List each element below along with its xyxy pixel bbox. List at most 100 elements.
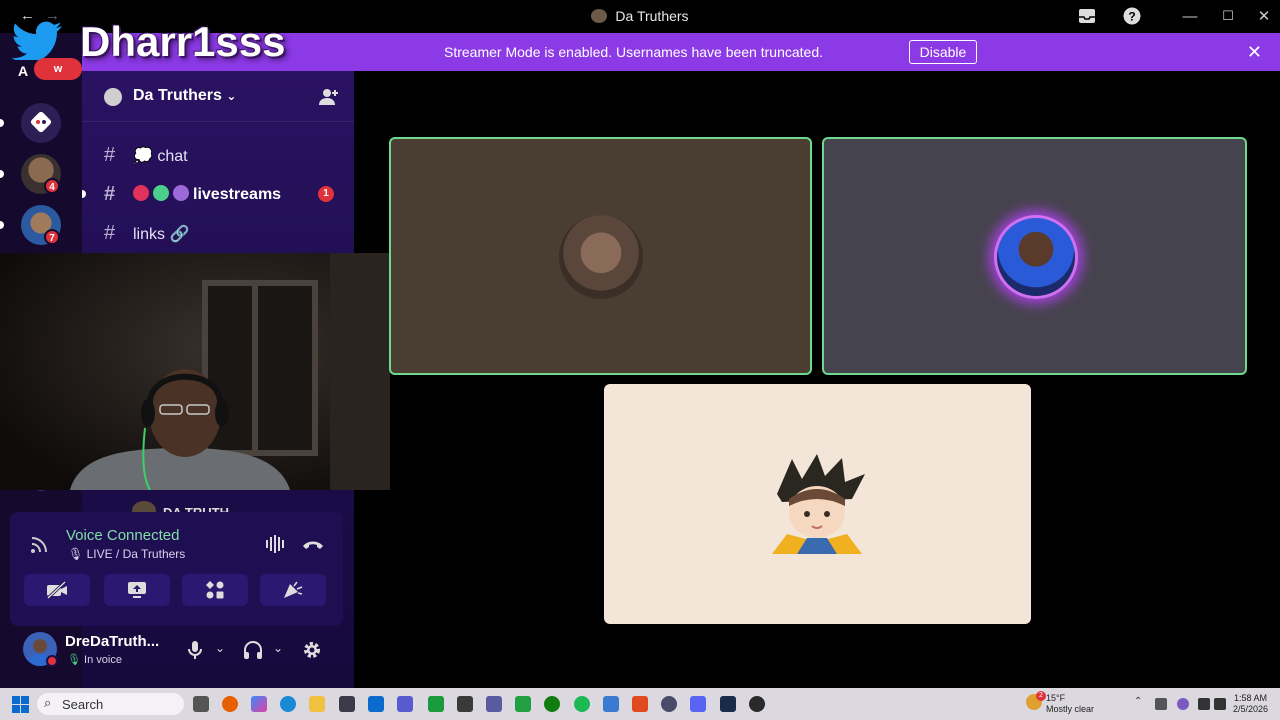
server-icon-dice[interactable] [21,103,61,143]
twitter-bird-icon [11,21,62,60]
screen-share-icon [128,582,146,598]
voice-activity-icon: 🎙 [67,654,81,666]
headphones-icon[interactable] [243,640,263,660]
rail-unread-pill [0,170,4,178]
disable-streamer-mode-button[interactable]: Disable [909,40,977,64]
server-logo-icon [591,9,608,23]
steam-icon[interactable] [720,696,736,712]
add-member-icon[interactable] [318,87,340,107]
unread-pill [82,190,86,198]
app-icon[interactable] [632,696,648,712]
disconnect-icon[interactable] [301,534,325,554]
mic-options-chevron-icon[interactable]: ⌄ [215,641,225,655]
inbox-icon[interactable] [1075,5,1099,27]
settings-app-icon[interactable] [661,696,677,712]
teams-icon[interactable] [397,696,413,712]
banner-text: Streamer Mode is enabled. Usernames have… [444,44,823,60]
minimize-icon[interactable]: — [1178,5,1202,27]
channel-links[interactable]: # links 🔗 [82,216,354,250]
wifi-icon[interactable] [1198,698,1210,710]
windows-taskbar: ⌕ Search 2 15°F Mostly clear ⌃ 1:58 AM 2… [0,688,1280,720]
purple-circle-icon [173,185,189,201]
photos-icon[interactable] [603,696,619,712]
obs-icon[interactable] [749,696,765,712]
soundboard-button[interactable] [260,574,326,606]
participant-avatar-anime [772,454,865,554]
tray-app-icon[interactable] [1155,698,1167,710]
rail-unread-pill [0,221,4,229]
taskbar-clock[interactable]: 1:58 AM 2/5/2026 [1233,693,1268,715]
server-name: Da Truthers ⌄ [133,87,237,104]
voice-connected-panel: Voice Connected 🎙 LIVE / Da Truthers [10,512,343,626]
rail-badge-1: 4 [44,178,60,194]
weather-widget[interactable]: 15°F Mostly clear [1046,693,1094,715]
signal-icon[interactable] [30,534,50,554]
overlay-badge: w [34,58,82,80]
voice-tile-participant-2[interactable] [822,137,1247,375]
media-icon[interactable] [457,696,473,712]
game-icon[interactable] [515,696,531,712]
banner-close-icon[interactable]: ✕ [1247,42,1262,63]
user-name[interactable]: DreDaTruth... [65,633,159,650]
channel-label: livestreams [193,186,282,203]
channel-label: links 🔗 [133,226,190,243]
server-header[interactable]: Da Truthers ⌄ [82,71,354,122]
discord-icon[interactable] [690,696,706,712]
microphone-icon[interactable] [185,640,205,660]
close-window-icon[interactable]: ✕ [1252,5,1276,27]
search-label: Search [62,697,104,712]
spotify-icon[interactable] [574,696,590,712]
green-circle-icon [153,185,169,201]
settings-gear-icon[interactable] [302,640,322,660]
store-icon[interactable] [339,696,355,712]
red-circle-icon [133,185,149,201]
volume-icon[interactable] [1214,698,1226,710]
screen-share-button[interactable] [104,574,170,606]
camera-off-icon [46,581,67,599]
hash-icon: # [104,144,116,166]
search-icon: ⌕ [44,695,52,710]
app-icon[interactable] [486,696,502,712]
activities-icon [206,581,224,599]
voice-tile-participant-3[interactable] [604,384,1031,624]
activities-button[interactable] [182,574,248,606]
outlook-icon[interactable] [368,696,384,712]
user-status-text: 🎙 In voice [67,654,122,666]
task-view-icon[interactable] [193,696,209,712]
channel-mention-badge: 1 [318,186,334,202]
stream-overlay-branding: w Dharr1sss [8,16,308,80]
windows-start-icon[interactable] [12,696,29,713]
weather-badge: 2 [1036,691,1046,701]
audio-options-chevron-icon[interactable]: ⌄ [273,641,283,655]
webcam-overlay [0,253,390,490]
participant-avatar-speaking [994,215,1078,299]
user-panel: DreDaTruth... 🎙 In voice ⌄ ⌄ [10,626,343,678]
chevron-down-icon: ⌄ [226,89,237,103]
participant-avatar [559,215,643,299]
dnd-status-dot [46,655,58,667]
tray-app-icon[interactable] [1177,698,1189,710]
camera-off-button[interactable] [24,574,90,606]
edge-icon[interactable] [280,696,296,712]
file-explorer-icon[interactable] [309,696,325,712]
maximize-icon[interactable]: ☐ [1216,5,1240,27]
channel-label: 💭 chat [133,148,188,165]
webcam-feed [0,253,390,490]
xbox-app-icon[interactable] [428,696,444,712]
mic-small-icon: 🎙 [68,547,84,561]
tray-chevron-icon[interactable]: ⌃ [1134,696,1142,707]
voice-location[interactable]: 🎙 LIVE / Da Truthers [68,547,185,561]
hash-icon: # [104,222,116,244]
help-icon[interactable]: ? [1120,5,1144,27]
channel-chat[interactable]: # 💭 chat [82,138,354,172]
svg-text:?: ? [1128,10,1135,24]
firefox-icon[interactable] [222,696,238,712]
server-gear-icon [104,88,122,106]
taskbar-search[interactable]: ⌕ Search [37,693,184,715]
copilot-icon[interactable] [251,696,267,712]
voice-tile-participant-1[interactable] [389,137,812,375]
noise-suppression-icon[interactable] [263,534,287,554]
channel-livestreams[interactable]: # livestreams 1 [82,177,354,211]
voice-status[interactable]: Voice Connected [66,527,179,544]
xbox-icon[interactable] [544,696,560,712]
